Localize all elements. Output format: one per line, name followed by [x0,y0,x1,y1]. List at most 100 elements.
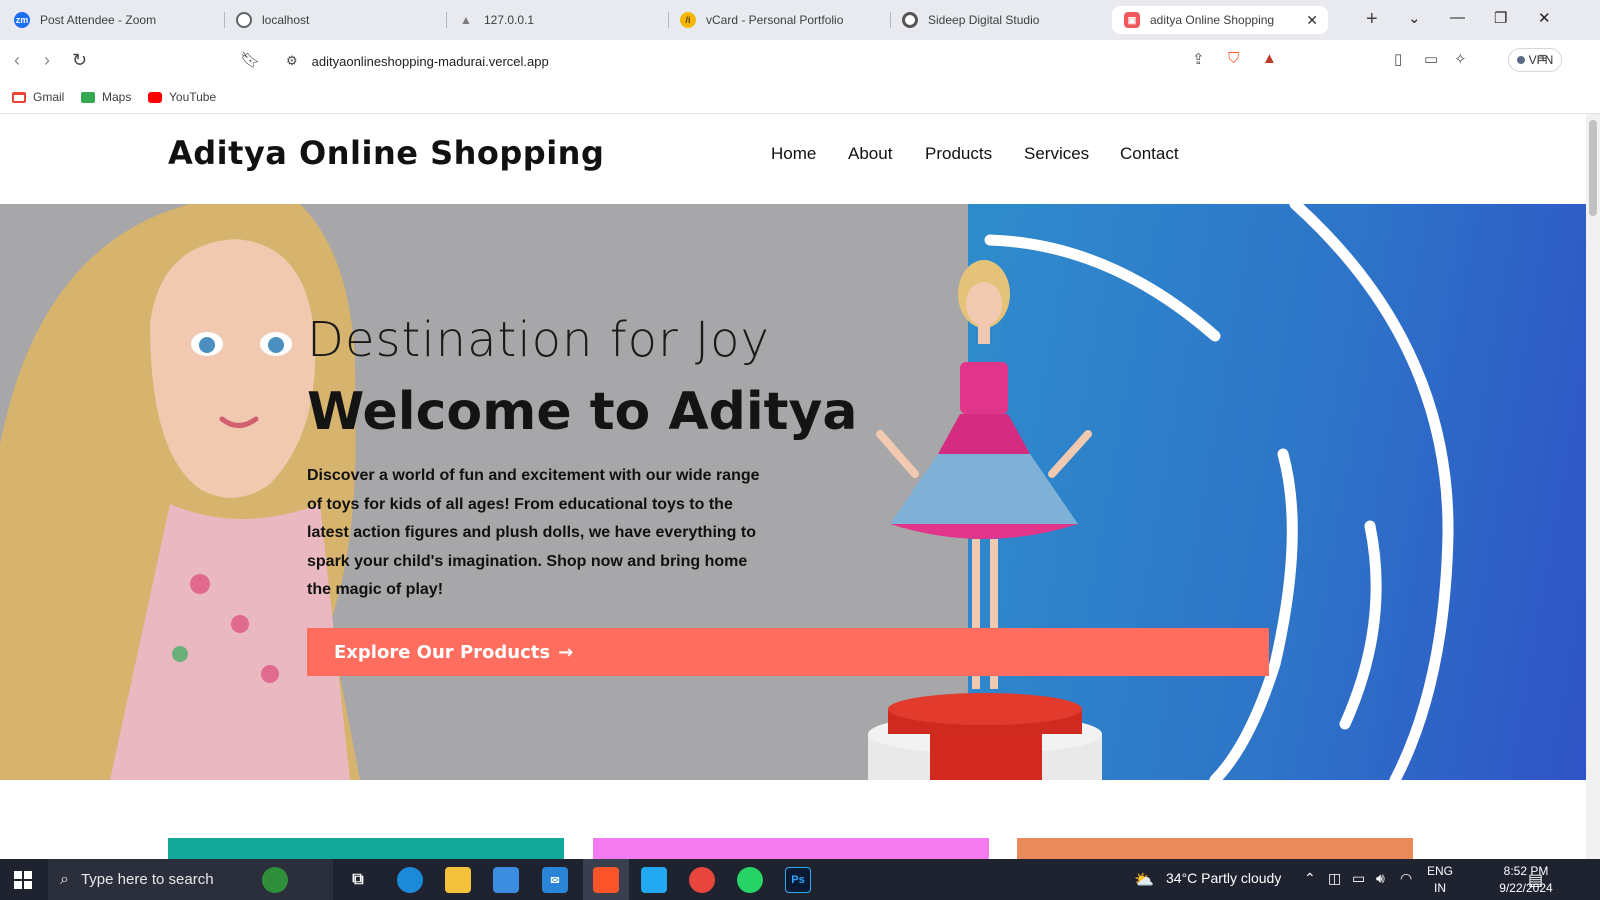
shopping-bag-icon: ▣ [1124,12,1140,28]
close-icon[interactable]: ✕ [1306,12,1318,29]
address-bar: ‹ › ↻ 🔖︎ ⚙ adityaonlineshopping-madurai.… [0,40,1600,82]
scrollbar-thumb[interactable] [1589,120,1597,216]
wallet-icon[interactable]: ▭ [1424,50,1438,68]
clock-time: 8:52 PM [1503,864,1549,878]
edge-icon[interactable] [397,867,423,893]
lang-top: ENG [1426,864,1453,878]
tab-vcard[interactable]: /i vCard - Personal Portfolio [668,6,888,34]
bookmark-label: YouTube [169,90,217,104]
youtube-icon [148,91,162,103]
task-view-icon[interactable]: ⧉ [345,867,371,893]
globe-icon [236,12,252,28]
hero-description: Discover a world of fun and excitement w… [307,467,760,598]
leo-ai-icon[interactable]: ✧ [1454,50,1467,68]
file-explorer-icon[interactable] [445,867,471,893]
lang-bottom: IN [1434,881,1446,895]
restore-button[interactable]: ❐ [1494,9,1507,27]
tab-aditya-active[interactable]: ▣ aditya Online Shopping ✕ [1112,6,1328,34]
brave-icon[interactable] [593,867,619,893]
photoshop-icon[interactable]: Ps [785,867,811,893]
vscode-icon[interactable] [641,867,667,893]
bookmark-maps[interactable]: Maps [81,90,131,104]
meet-icon[interactable]: ◫ [1328,870,1341,887]
windows-start-icon[interactable] [14,871,32,889]
wifi-icon[interactable]: ◠ [1400,870,1412,887]
search-icon: ⌕ [60,870,69,888]
tab-title: 127.0.0.1 [484,13,535,27]
web-page: Aditya Online Shopping Home About Produc… [0,114,1586,859]
volume-icon[interactable]: 🔊︎ [1376,870,1385,887]
reload-icon[interactable]: ↻ [72,50,87,71]
chrome-icon[interactable] [689,867,715,893]
notification-icon[interactable]: ▤ [1528,870,1543,890]
podium-image [868,693,1102,780]
nav-products[interactable]: Products [925,144,992,164]
mail-icon[interactable]: ✉ [542,867,568,893]
bookmark-gmail[interactable]: Gmail [12,90,64,104]
nav-contact[interactable]: Contact [1120,144,1179,164]
site-settings-icon[interactable]: ⚙ [286,53,298,69]
site-header: Aditya Online Shopping Home About Produc… [0,114,1586,204]
decorative-arcs [984,204,1454,780]
site-brand[interactable]: Aditya Online Shopping [168,134,604,172]
page-scrollbar[interactable] [1586,114,1600,859]
category-card-3[interactable] [1017,838,1413,859]
minimize-button[interactable]: — [1450,9,1465,26]
hero-illustration [0,204,1454,780]
sidebar-icon[interactable]: ▯ [1394,50,1402,68]
tab-studio[interactable]: Sideep Digital Studio [890,6,1110,34]
tab-title: Sideep Digital Studio [928,13,1040,27]
tab-title: localhost [262,13,310,27]
forward-icon[interactable]: › [44,50,50,71]
category-card-2[interactable] [593,838,989,859]
tab-localhost[interactable]: localhost [224,6,444,34]
tab-127[interactable]: ▲ 127.0.0.1 [446,6,666,34]
nav-home[interactable]: Home [771,144,816,164]
standing-doll-image [876,260,1092,689]
arrow-right-icon: → [558,641,574,663]
bookmark-icon[interactable]: 🔖︎ [240,50,260,70]
windows-taskbar: ⌕ Type here to search ⧉ ✉ Ps ⛅ 34°C Part… [0,859,1600,900]
tab-zoom[interactable]: zm Post Attendee - Zoom [2,6,222,34]
tray-chevron-icon[interactable]: ⌃ [1304,870,1316,887]
back-icon[interactable]: ‹ [14,50,20,71]
category-card-1[interactable] [168,838,564,859]
weather-text[interactable]: 34°C Partly cloudy [1166,870,1281,886]
nav-services[interactable]: Services [1024,144,1089,164]
maps-icon [81,91,95,103]
gmail-icon [12,91,26,103]
close-window-button[interactable]: ✕ [1538,9,1551,27]
tab-bar: zm Post Attendee - Zoom localhost ▲ 127.… [0,0,1600,40]
vpn-button[interactable]: VPN [1508,48,1562,72]
explore-products-button[interactable]: Explore Our Products → [307,628,1269,676]
tab-search-chevron-icon[interactable]: ⌄ [1408,9,1421,27]
taskbar-search-box[interactable]: ⌕ Type here to search [48,859,333,900]
bookmark-youtube[interactable]: YouTube [148,90,216,104]
studio-icon [902,12,918,28]
earth-widget-icon[interactable] [262,867,288,893]
hero-headline: Welcome to Aditya [307,382,858,442]
brave-rewards-icon[interactable]: ▲ [1262,50,1277,67]
tab-title: Post Attendee - Zoom [40,13,157,27]
new-tab-button[interactable]: + [1366,8,1378,31]
system-clock[interactable]: 8:52 PM 9/22/2024 [1486,863,1566,897]
tab-title: vCard - Personal Portfolio [706,13,844,27]
search-placeholder: Type here to search [80,871,214,888]
menu-icon[interactable]: ≡ [1538,50,1547,67]
zoom-icon: zm [14,12,30,28]
battery-icon[interactable]: ▭ [1352,870,1365,887]
language-indicator[interactable]: ENG IN [1420,863,1460,897]
bookmarks-bar: Gmail Maps YouTube [0,82,1600,114]
cta-label: Explore Our Products [334,641,551,663]
microsoft-store-icon[interactable] [493,867,519,893]
url-field[interactable]: ⚙ adityaonlineshopping-madurai.vercel.ap… [276,46,1322,76]
brave-shield-icon[interactable]: ⛉ [1228,50,1239,67]
nav-about[interactable]: About [848,144,892,164]
whatsapp-icon[interactable] [737,867,763,893]
weather-icon[interactable]: ⛅ [1134,870,1154,890]
url-text: adityaonlineshopping-madurai.vercel.app [311,53,549,69]
share-icon[interactable]: ⇪ [1192,50,1205,68]
vcard-icon: /i [680,12,696,28]
hero-tagline: Destination for Joy [307,312,770,368]
bookmark-label: Gmail [33,90,65,104]
